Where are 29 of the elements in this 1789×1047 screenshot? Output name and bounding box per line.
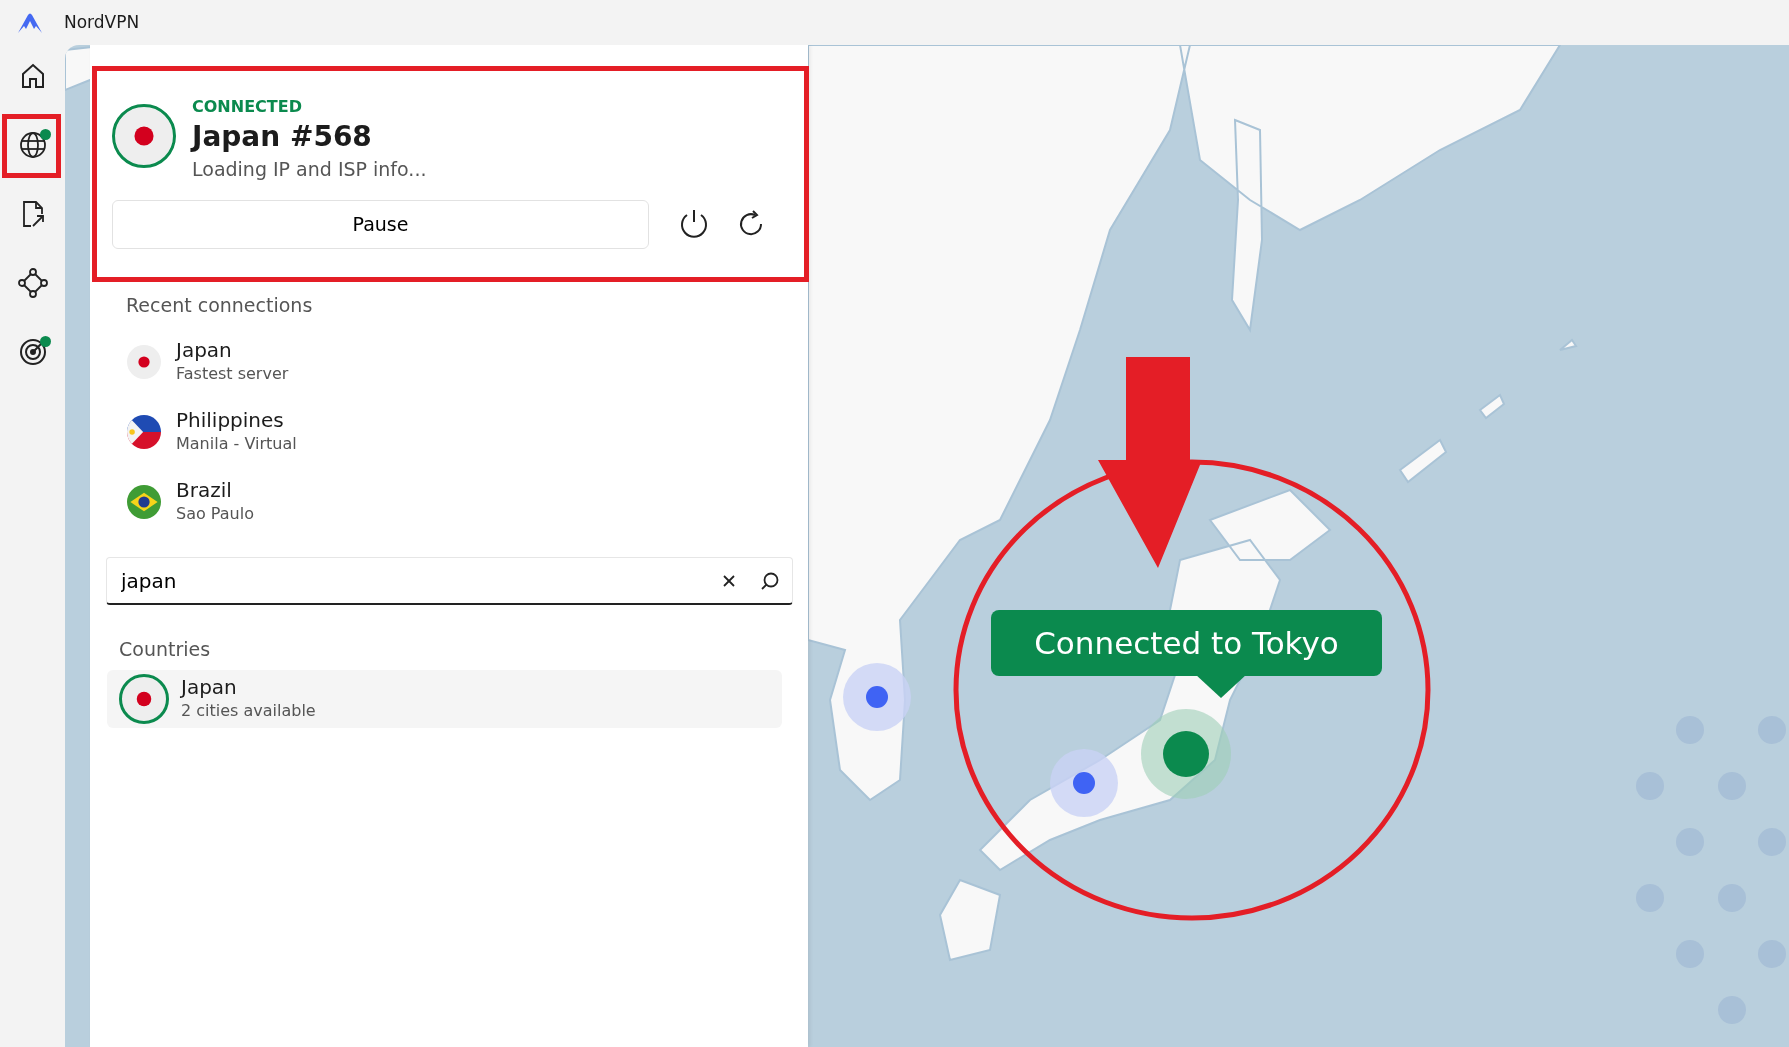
section-heading: Countries [118, 637, 212, 663]
connection-status: CONNECTED [192, 96, 303, 118]
server-detail: Sao Paulo [176, 503, 254, 526]
ip-info-text: Loading IP and ISP info... [192, 157, 427, 183]
country-result-item[interactable]: Japan 2 cities available [107, 669, 782, 728]
flag-icon [112, 103, 176, 168]
section-heading: Recent connections [125, 292, 314, 318]
server-detail: Manila - Virtual [176, 433, 297, 456]
country-name: Japan [181, 674, 238, 699]
server-name: Japan #568 [192, 119, 373, 155]
country-name: Philippines [176, 408, 285, 433]
annotation-box [2, 114, 61, 178]
logo-icon [16, 12, 44, 34]
country-name: Japan [176, 338, 233, 363]
server-detail: Fastest server [176, 363, 289, 386]
server-marker[interactable] [843, 663, 911, 731]
search-field[interactable]: japan [119, 564, 722, 597]
cities-count: 2 cities available [181, 699, 316, 722]
search-box[interactable]: japan [106, 557, 793, 606]
recent-connection-item[interactable]: Brazil Sao Paulo [90, 467, 808, 538]
recent-connection-item[interactable]: Japan Fastest server [90, 327, 808, 398]
tooltip-pointer [1195, 674, 1247, 698]
recent-connection-item[interactable]: Philippines Manila - Virtual [90, 397, 808, 468]
pause-button[interactable]: Pause [112, 199, 649, 249]
country-name: Brazil [176, 478, 233, 503]
network-icon[interactable] [15, 266, 50, 300]
server-marker[interactable] [1050, 749, 1118, 817]
window-title: NordVPN [64, 10, 140, 34]
connected-server-marker[interactable] [1141, 709, 1231, 799]
